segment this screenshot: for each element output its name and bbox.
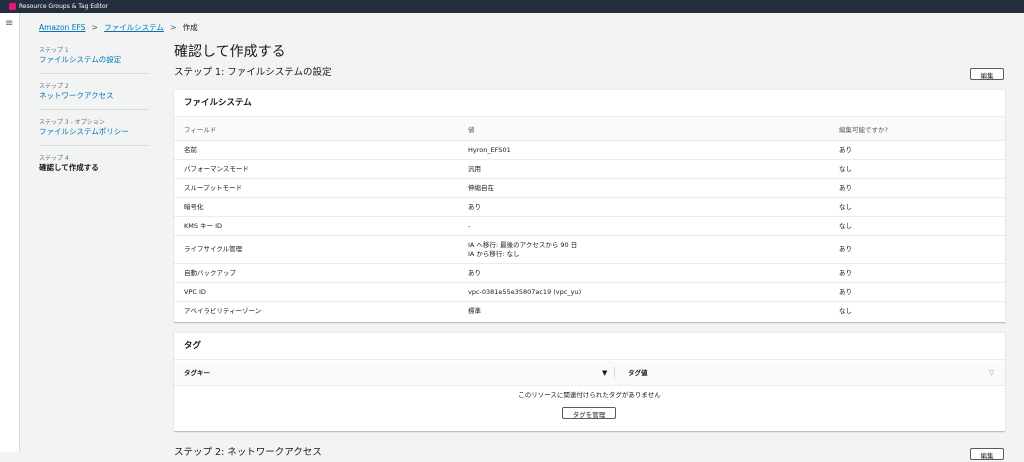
resource-groups-logo-icon [9, 3, 16, 10]
tags-panel: タグ タグキー ▼ タグ値 ▽ このリソースに関連付けられたタグがありません タ… [174, 332, 1005, 431]
editable-cell: あり [829, 178, 1005, 198]
editable-cell: なし [829, 216, 1005, 236]
value-cell: Hyron_EFS01 [458, 140, 829, 160]
section-title-step1: ステップ 1: ファイルシステムの設定 [174, 67, 332, 78]
value-cell: vpc-0381e55e35807ac19 (vpc_yu) [458, 282, 829, 302]
table-row: 名前 Hyron_EFS01 あり [174, 140, 1005, 160]
filesystem-panel: ファイルシステム フィールド 値 編集可能ですか? 名前 Hyron_EFS01… [174, 89, 1005, 322]
wizard-steps: ステップ 1 ファイルシステムの設定 ステップ 2 ネットワークアクセス ステッ… [39, 46, 149, 189]
field-cell: ライフサイクル管理 [174, 235, 458, 264]
editable-cell: なし [829, 197, 1005, 217]
table-row: KMS キー ID - なし [174, 216, 1005, 236]
table-row: VPC ID vpc-0381e55e35807ac19 (vpc_yu) あり [174, 282, 1005, 302]
breadcrumb-amazon-efs[interactable]: Amazon EFS [39, 23, 85, 32]
wizard-step-1: ステップ 1 ファイルシステムの設定 [39, 46, 149, 74]
breadcrumb-separator-icon: > [169, 23, 177, 32]
value-cell: IA へ移行: 最後のアクセスから 90 日 IA から移行: なし [458, 235, 829, 264]
column-header-field: フィールド [174, 117, 458, 141]
breadcrumb-file-systems[interactable]: ファイルシステム [104, 23, 164, 32]
filesystem-table: フィールド 値 編集可能ですか? 名前 Hyron_EFS01 あり パフォーマ… [174, 117, 1005, 320]
column-header-tag-value[interactable]: タグ値 [628, 361, 648, 385]
column-header-value: 値 [458, 117, 829, 141]
editable-cell: あり [829, 235, 1005, 264]
table-row: ライフサイクル管理 IA へ移行: 最後のアクセスから 90 日 IA から移行… [174, 235, 1005, 264]
menu-icon[interactable]: ≡ [5, 19, 13, 29]
edit-step2-button[interactable]: 編集 [970, 448, 1004, 460]
wizard-step-3: ステップ 3 - オプション ファイルシステムポリシー [39, 118, 149, 146]
field-cell: スループットモード [174, 178, 458, 198]
top-navigation-bar: Resource Groups & Tag Editor [0, 0, 1024, 13]
sort-icon[interactable]: ▽ [989, 361, 994, 385]
step-number: ステップ 3 - オプション [39, 119, 105, 126]
breadcrumb-current: 作成 [182, 23, 198, 32]
field-cell: アベイラビリティーゾーン [184, 306, 262, 315]
field-cell: KMS キー ID [174, 216, 458, 236]
value-cell: - [458, 216, 829, 236]
field-cell: VPC ID [174, 282, 458, 302]
table-row: 自動バックアップ あり あり [174, 263, 1005, 283]
section-title-step2: ステップ 2: ネットワークアクセス [174, 447, 322, 458]
page-title: 確認して作成する [174, 44, 286, 60]
sort-descending-icon[interactable]: ▼ [602, 361, 607, 385]
field-cell: 名前 [174, 140, 458, 160]
breadcrumb-separator-icon: > [91, 23, 99, 32]
value-cell: 伸縮自在 [458, 178, 829, 198]
editable-cell: なし [829, 159, 1005, 179]
breadcrumb: Amazon EFS > ファイルシステム > 作成 [39, 23, 198, 33]
value-cell: 標準 [468, 306, 481, 315]
step-current-review: 確認して作成する [39, 163, 99, 172]
step-number: ステップ 1 [39, 47, 69, 54]
app-title[interactable]: Resource Groups & Tag Editor [19, 1, 108, 12]
editable-cell: あり [829, 140, 1005, 160]
wizard-step-2: ステップ 2 ネットワークアクセス [39, 82, 149, 110]
table-row: アベイラビリティーゾーン 標準 なし [174, 302, 1005, 321]
table-row: 暗号化 あり なし [174, 197, 1005, 217]
left-navigation-rail: ≡ [0, 13, 20, 452]
editable-cell: なし [839, 306, 852, 315]
step-number: ステップ 2 [39, 83, 69, 90]
column-header-editable: 編集可能ですか? [829, 117, 1005, 141]
table-row: スループットモード 伸縮自在 あり [174, 178, 1005, 198]
value-cell: 汎用 [458, 159, 829, 179]
manage-tags-button[interactable]: タグを管理 [562, 407, 616, 419]
column-header-tag-key[interactable]: タグキー [184, 361, 210, 385]
tags-empty-message: このリソースに関連付けられたタグがありません [518, 391, 661, 399]
field-cell: 自動バックアップ [174, 263, 458, 283]
editable-cell: あり [829, 263, 1005, 283]
filesystem-panel-header: ファイルシステム [174, 90, 1005, 117]
edit-step1-button[interactable]: 編集 [970, 68, 1004, 80]
editable-cell: あり [829, 282, 1005, 302]
tags-table-header: タグキー ▼ タグ値 ▽ [174, 361, 1005, 386]
lifecycle-to-ia: IA へ移行: 最後のアクセスから 90 日 [468, 240, 578, 249]
table-header-row: フィールド 値 編集可能ですか? [174, 117, 1005, 141]
step-number: ステップ 4 [39, 155, 69, 162]
step-link-network-access[interactable]: ネットワークアクセス [39, 91, 149, 101]
wizard-step-4: ステップ 4 確認して作成する [39, 154, 149, 181]
step-link-filesystem-settings[interactable]: ファイルシステムの設定 [39, 55, 149, 65]
value-cell: あり [458, 197, 829, 217]
field-cell: 暗号化 [174, 197, 458, 217]
value-cell: あり [458, 263, 829, 283]
table-row: パフォーマンスモード 汎用 なし [174, 159, 1005, 179]
tags-panel-header: タグ [174, 333, 1005, 360]
field-cell: パフォーマンスモード [174, 159, 458, 179]
step-link-filesystem-policy[interactable]: ファイルシステムポリシー [39, 127, 149, 137]
column-divider [614, 367, 615, 379]
lifecycle-from-ia: IA から移行: なし [468, 249, 520, 258]
